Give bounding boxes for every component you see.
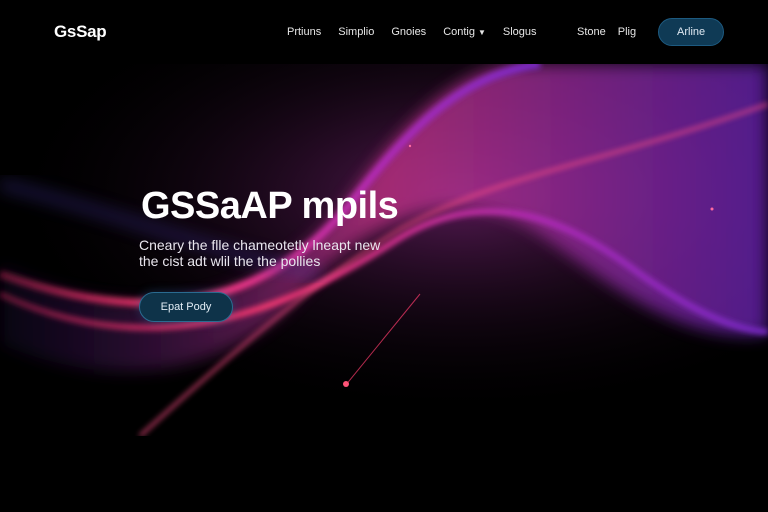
menu-item-4-label: Contig <box>443 26 475 38</box>
menu-item-2[interactable]: Simplio <box>338 26 374 38</box>
nav-link-2[interactable]: Plig <box>618 26 636 38</box>
brand-logo[interactable]: GsSap <box>54 22 107 42</box>
hero-description-line-2: the cist adt wlil the the pollies <box>139 253 321 269</box>
menu-item-5[interactable]: Slogus <box>503 26 537 38</box>
nav-action-button[interactable]: Arline <box>658 18 725 46</box>
hero-cta-button[interactable]: Epat Pody <box>139 292 233 322</box>
hero-title: GSSaAP mpils <box>141 185 399 227</box>
main-menu: Prtiuns Simplio Gnoies Contig ▼ Slogus <box>287 0 537 64</box>
nav-link-1[interactable]: Stone <box>577 26 606 38</box>
menu-item-1[interactable]: Prtiuns <box>287 26 321 38</box>
nav-right: Stone Plig Arline <box>577 0 725 64</box>
top-navigation: GsSap Prtiuns Simplio Gnoies Contig ▼ Slo… <box>0 0 768 64</box>
menu-item-4[interactable]: Contig ▼ <box>443 26 486 38</box>
hero-section: GSSaAP mpils Cneary the flle chameotetly… <box>0 64 768 436</box>
hero-description-line-1: Cneary the flle chameotetly lneapt new <box>139 237 381 253</box>
hero-description: Cneary the flle chameotetly lneapt new t… <box>139 237 419 269</box>
chevron-down-icon: ▼ <box>477 28 486 37</box>
menu-item-3[interactable]: Gnoies <box>391 26 426 38</box>
